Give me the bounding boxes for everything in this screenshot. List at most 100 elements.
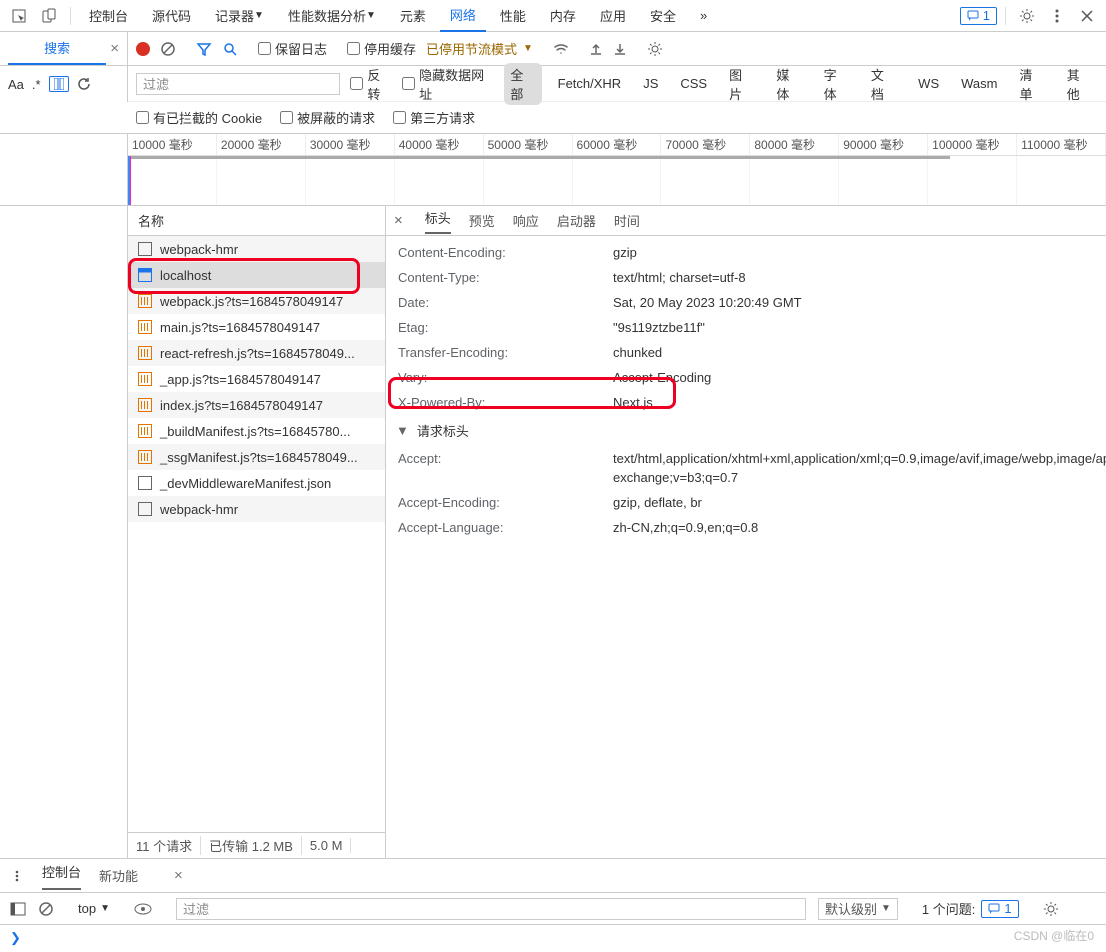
tab-console[interactable]: 控制台	[79, 0, 138, 32]
timeline[interactable]: 10000 毫秒20000 毫秒30000 毫秒40000 毫秒50000 毫秒…	[128, 134, 1106, 206]
disable-cache-label: 停用缓存	[364, 39, 416, 58]
refresh-icon[interactable]	[77, 77, 91, 91]
detail-tabs: × 标头 预览 响应 启动器 时间	[386, 206, 1106, 236]
download-icon[interactable]	[613, 42, 627, 56]
filter-type-doc[interactable]: 文档	[865, 63, 902, 105]
invert-checkbox[interactable]: 反转	[350, 65, 392, 103]
kebab-icon[interactable]	[1044, 3, 1070, 29]
console-settings-icon[interactable]	[1043, 901, 1059, 917]
filter-type-css[interactable]: CSS	[674, 74, 713, 93]
close-details-icon[interactable]: ×	[394, 212, 403, 229]
timeline-tick: 90000 毫秒	[839, 134, 928, 155]
filter-type-wasm[interactable]: Wasm	[955, 74, 1003, 93]
upload-icon[interactable]	[589, 42, 603, 56]
tab-recorder[interactable]: 记录器 ▼	[205, 0, 274, 32]
console-filter-input[interactable]: 过滤	[176, 898, 806, 920]
request-row[interactable]: webpack-hmr	[128, 496, 385, 522]
console-prompt[interactable]: ❯	[0, 925, 1106, 952]
js-icon	[138, 346, 152, 360]
preserve-log-checkbox[interactable]: 保留日志	[258, 39, 327, 58]
timeline-tick: 80000 毫秒	[750, 134, 839, 155]
search-tab[interactable]: 搜索	[8, 33, 106, 65]
third-party-checkbox[interactable]: 第三方请求	[393, 108, 475, 127]
request-row[interactable]: _devMiddlewareManifest.json	[128, 470, 385, 496]
console-clear-icon[interactable]	[38, 901, 54, 917]
tab-preview[interactable]: 预览	[469, 211, 495, 230]
drawer-close-icon[interactable]: ×	[174, 867, 183, 884]
tab-response[interactable]: 响应	[513, 211, 539, 230]
issues-badge[interactable]: 1	[960, 7, 997, 25]
tab-initiator[interactable]: 启动器	[557, 211, 596, 230]
js-icon	[138, 398, 152, 412]
header-value: gzip	[613, 243, 1106, 262]
request-row[interactable]: webpack-hmr	[128, 236, 385, 262]
request-row[interactable]: index.js?ts=1684578049147	[128, 392, 385, 418]
context-select[interactable]: top ▼	[78, 901, 110, 916]
filter-type-fetch[interactable]: Fetch/XHR	[552, 74, 628, 93]
blocked-requests-checkbox[interactable]: 被屏蔽的请求	[280, 108, 375, 127]
live-expression-icon[interactable]	[134, 903, 152, 915]
filter-input[interactable]: 过滤	[136, 73, 340, 95]
device-icon[interactable]	[36, 3, 62, 29]
name-column-header[interactable]: 名称	[128, 206, 385, 236]
wifi-icon[interactable]	[553, 41, 569, 57]
search-icon[interactable]	[222, 41, 238, 57]
tabs-more[interactable]: »	[690, 0, 717, 32]
filter-type-font[interactable]: 字体	[818, 63, 855, 105]
column-toggle[interactable]	[49, 76, 69, 92]
tab-performance[interactable]: 性能	[490, 0, 536, 32]
issues-link[interactable]: 1 个问题: 1	[922, 899, 1019, 918]
clear-icon[interactable]	[160, 41, 176, 57]
record-button[interactable]	[136, 42, 150, 56]
regex-toggle[interactable]: .*	[32, 77, 41, 92]
filter-type-manifest[interactable]: 清单	[1013, 63, 1050, 105]
search-close-icon[interactable]: ×	[110, 40, 119, 57]
toolbar-row: 搜索 × 保留日志 停用缓存 已停用节流模式▼	[0, 32, 1106, 66]
tab-security[interactable]: 安全	[640, 0, 686, 32]
blocked-cookies-checkbox[interactable]: 有已拦截的 Cookie	[136, 108, 262, 127]
request-headers-section[interactable]: ▼请求标头 原始	[386, 415, 1106, 446]
throttle-select[interactable]: 已停用节流模式▼	[426, 39, 533, 58]
header-value: Next.js	[613, 393, 1106, 412]
request-row[interactable]: react-refresh.js?ts=1684578049...	[128, 340, 385, 366]
request-row[interactable]: main.js?ts=1684578049147	[128, 314, 385, 340]
filter-type-ws[interactable]: WS	[912, 74, 945, 93]
tab-headers[interactable]: 标头	[425, 208, 451, 234]
request-row[interactable]: webpack.js?ts=1684578049147	[128, 288, 385, 314]
request-row[interactable]: localhost	[128, 262, 385, 288]
tab-timing[interactable]: 时间	[614, 211, 640, 230]
console-sidebar-icon[interactable]	[10, 902, 26, 916]
drawer-tab-console[interactable]: 控制台	[42, 862, 81, 890]
drawer-kebab-icon[interactable]	[10, 869, 24, 883]
filter-type-js[interactable]: JS	[637, 74, 664, 93]
settings-icon[interactable]	[647, 41, 663, 57]
header-key: X-Powered-By:	[398, 393, 613, 412]
tab-memory[interactable]: 内存	[540, 0, 586, 32]
filter-type-other[interactable]: 其他	[1061, 63, 1098, 105]
filter-icon[interactable]	[196, 41, 212, 57]
log-level-select[interactable]: 默认级别 ▼	[818, 898, 898, 920]
disable-cache-checkbox[interactable]: 停用缓存	[347, 39, 416, 58]
tab-application[interactable]: 应用	[590, 0, 636, 32]
tab-perf-insights[interactable]: 性能数据分析 ▼	[278, 0, 386, 32]
tab-network[interactable]: 网络	[440, 0, 486, 32]
search-results-pane	[0, 206, 128, 858]
tab-elements[interactable]: 元素	[390, 0, 436, 32]
blocked-req-label: 被屏蔽的请求	[297, 108, 375, 127]
inspect-icon[interactable]	[6, 3, 32, 29]
header-value: gzip, deflate, br	[613, 493, 1106, 512]
case-sensitive-toggle[interactable]: Aa	[8, 77, 24, 92]
request-row[interactable]: _buildManifest.js?ts=16845780...	[128, 418, 385, 444]
close-icon[interactable]	[1074, 3, 1100, 29]
filter-type-all[interactable]: 全部	[504, 63, 541, 105]
headers-body: Content-Encoding:gzipContent-Type:text/h…	[386, 236, 1106, 858]
filter-type-media[interactable]: 媒体	[770, 63, 807, 105]
gear-icon[interactable]	[1014, 3, 1040, 29]
filter-type-img[interactable]: 图片	[723, 63, 760, 105]
request-row[interactable]: _app.js?ts=1684578049147	[128, 366, 385, 392]
drawer-tab-whatsnew[interactable]: 新功能	[99, 866, 138, 885]
hide-data-urls-checkbox[interactable]: 隐藏数据网址	[402, 65, 494, 103]
tab-sources[interactable]: 源代码	[142, 0, 201, 32]
request-row[interactable]: _ssgManifest.js?ts=1684578049...	[128, 444, 385, 470]
js-icon	[138, 294, 152, 308]
